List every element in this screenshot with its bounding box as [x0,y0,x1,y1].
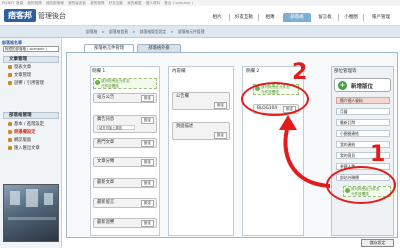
widget-settings-button[interactable]: 設定 [140,140,154,147]
breadcrumb-separator: > [132,29,136,34]
sidebar-item-settings[interactable]: 基本 / 進階設定 [14,121,44,127]
nav-account[interactable]: 帳戶管理 [364,13,398,22]
widget-settings-button[interactable]: 設定 [140,95,154,102]
highlight-ellipse [241,82,309,116]
hint-text: 元件放置區 [101,83,119,88]
component-panel-title: 部位管理等 [334,69,357,74]
breadcrumb-separator: > [170,29,174,34]
sidebar-item-import[interactable]: 匯入匯出文章 [14,145,40,151]
sidebar-item-sidebar-settings[interactable]: 側邊欄設定 [14,129,35,135]
widget-label: 文章分類 [97,159,115,164]
widget-latest-messages[interactable]: 最新留言 設定 [93,198,157,208]
widget-label: 站方公告 [97,95,115,100]
widget-settings-button[interactable]: 設定 [140,180,154,187]
top-link[interactable]: 我的相簿 [27,1,41,5]
bullet-icon [8,73,12,77]
top-link[interactable]: PIXNET 首頁 [2,1,23,5]
breadcrumb-item[interactable]: 部落格首頁 [109,29,128,34]
widget-settings-button[interactable]: 設定 [140,159,154,166]
top-link[interactable]: 我的最愛 [127,1,141,5]
drop-hint: 放可拖曳此元件至 元件放置區 [93,78,157,89]
column-title: 側欄 1 [92,69,106,74]
plus-icon: + [338,81,347,90]
widget-settings-button[interactable]: 設定 [140,200,154,207]
breadcrumb-item[interactable]: 部落格 [86,29,97,34]
widget-label: 頁面描述 [176,124,194,129]
widget-label: 廣告訊息 [97,117,115,122]
component-item[interactable]: 最新訂閱 [336,119,390,126]
site-name: 管理後台 [38,12,66,20]
nav-guestbook[interactable]: 留言板 [312,13,338,22]
sidebar-item-post[interactable]: 發表文章 [14,64,31,70]
column-title: 內容欄 [172,69,186,74]
widget-label: 最新留言 [97,200,115,205]
top-link[interactable]: 個人資料 [146,1,160,5]
top-link[interactable]: 登出 ( scenario ) [164,1,193,5]
nav-album[interactable]: 相簿 [259,13,281,22]
tab-widget-manage[interactable]: 部落格元件管理 [84,44,134,52]
breadcrumb-separator: > [101,29,105,34]
bullet-icon [8,130,12,134]
widget-bulletin[interactable]: 公告欄 設定 [172,92,230,110]
widget-ad[interactable]: 廣告訊息 設定 站方可加上廣告 [93,115,157,133]
site-logo[interactable]: 痞客邦 [4,9,36,22]
component-item[interactable]: 小圈圈連結 [336,130,390,137]
widget-categories[interactable]: 文章分類 設定 [93,157,157,167]
bullet-icon [8,122,12,126]
save-button[interactable]: 儲存設定 [361,239,394,247]
drag-arrow-icon [279,115,331,188]
column-title: 側欄 2 [246,69,260,74]
top-link[interactable]: 好友互動 [109,1,123,5]
widget-settings-button[interactable]: 設定 [213,132,227,139]
sidebar-item-comments[interactable]: 迴響 / 引用管理 [14,80,44,86]
bullet-icon [8,138,12,142]
top-link[interactable]: 我的部落格 [46,1,64,5]
widget-settings-button[interactable]: 設定 [140,117,154,124]
add-widget-label: 新增版位 [351,84,374,90]
widget-settings-button[interactable]: 設定 [140,220,154,227]
widget-sub-text: 站方可加上廣告 [97,125,135,130]
component-item[interactable]: 簡介個人資料 [336,97,390,104]
top-link[interactable]: 我的相簿 [90,1,104,5]
widget-settings-button[interactable]: 設定 [213,102,227,109]
breadcrumb-item[interactable]: 部落格版型設定 [140,29,167,34]
nav-blog[interactable]: 部落格 [283,13,311,22]
sidebar-item-layout[interactable]: 網誌版面 [14,137,31,143]
nav-circle[interactable]: 小圈圈 [339,13,363,22]
nav-photo[interactable]: 相片 [205,13,229,22]
widget-latest-articles[interactable]: 最新文章 設定 [93,178,157,188]
bullet-icon [8,65,12,69]
widget-notice[interactable]: 站方公告 設定 [93,93,157,103]
widget-page-description[interactable]: 頁面描述 設定 [172,122,230,140]
info-icon [95,80,100,85]
bullet-icon [8,146,12,150]
breadcrumb: 部落格 > 部落格首頁 > 部落格版型設定 > 部落格元件管理 [86,29,207,35]
section-head-articles[interactable]: 文章管理 [3,56,59,63]
bullet-icon [8,81,12,85]
top-link[interactable]: 我的留言板 [68,1,86,5]
widget-hot-articles[interactable]: 熱門文章 設定 [93,138,157,148]
sidebar-item-manage[interactable]: 文章管理 [14,72,31,78]
add-widget-button[interactable]: + 新增版位 [334,78,391,92]
annotation-number: 2 [292,60,308,85]
widget-label: 公告欄 [176,94,189,99]
component-item[interactable]: 月曆 [336,108,390,115]
widget-label: 熱門文章 [97,140,115,145]
blog-select[interactable]: 阿鐵的部落格 ( scenario ) [3,46,59,52]
sidebar-photo [3,184,59,242]
widget-latest-comments[interactable]: 最新迴響 設定 [93,218,157,228]
widget-label: 最新文章 [97,180,115,185]
nav-friends[interactable]: 好友互動 [230,13,258,22]
section-head-blog[interactable]: 部落格管理 [3,112,59,119]
widget-label: 最新迴響 [97,220,115,225]
breadcrumb-item-current: 部落格元件管理 [177,29,205,34]
tab-plugins[interactable]: 部落格外掛 [137,44,181,52]
column-sidebar-1 [90,66,160,236]
annotation-number: 1 [370,142,386,167]
